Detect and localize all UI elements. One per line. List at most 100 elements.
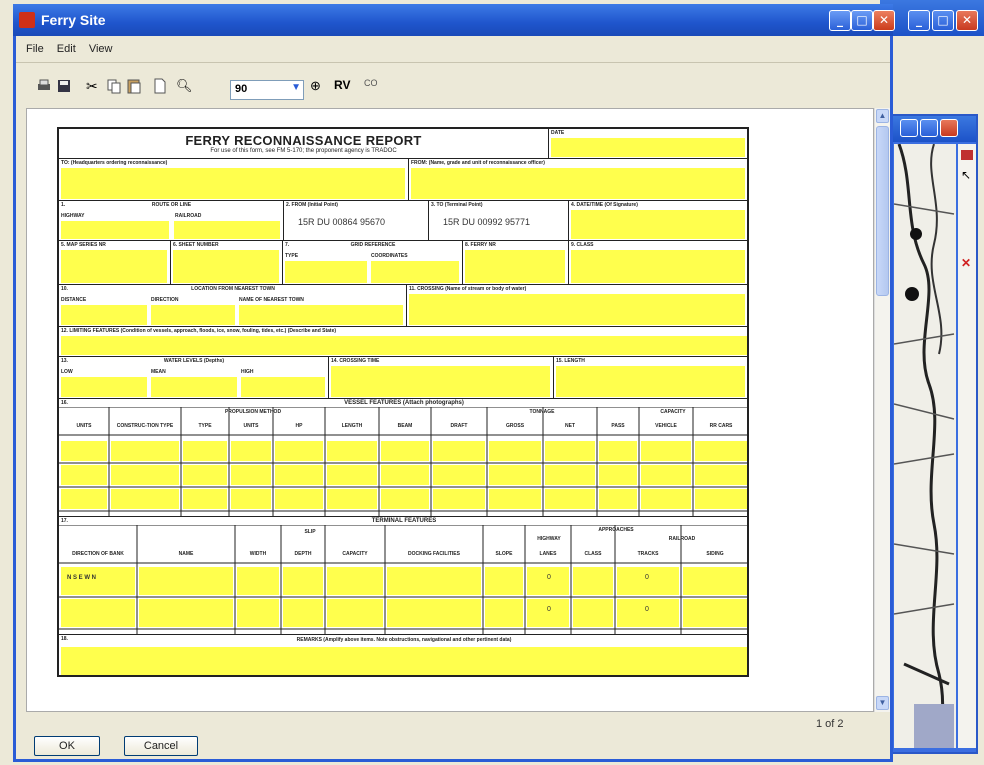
town-field[interactable] (239, 305, 403, 325)
vessel-cell[interactable] (545, 441, 595, 461)
vessel-cell[interactable] (61, 441, 107, 461)
vessel-cell[interactable] (433, 441, 485, 461)
terminal-cell[interactable] (237, 567, 279, 595)
tracks-value-2[interactable]: 0 (645, 606, 649, 613)
terminal-cell[interactable] (617, 567, 679, 595)
vessel-cell[interactable] (489, 489, 541, 509)
vessel-cell[interactable] (231, 489, 271, 509)
vessel-cell[interactable] (545, 465, 595, 485)
menu-file[interactable]: File (26, 38, 44, 60)
type-field[interactable] (285, 261, 367, 283)
ferry-nr-field[interactable] (465, 250, 565, 283)
low-field[interactable] (61, 377, 147, 397)
terminal-cell[interactable] (327, 567, 383, 595)
tracks-value-1[interactable]: 0 (645, 574, 649, 581)
vessel-cell[interactable] (641, 465, 691, 485)
direction-field[interactable] (151, 305, 235, 325)
terminal-cell[interactable] (617, 599, 679, 627)
terminal-cell[interactable] (283, 599, 323, 627)
vessel-cell[interactable] (111, 465, 179, 485)
cut-icon[interactable]: ✂ (86, 78, 102, 94)
to-field[interactable] (61, 168, 405, 199)
distance-field[interactable] (61, 305, 147, 325)
length-field[interactable] (556, 366, 745, 397)
terminal-cell[interactable] (485, 567, 523, 595)
terminal-cell[interactable] (683, 599, 747, 627)
minimize-button[interactable]: _ (829, 10, 851, 31)
sheet-field[interactable] (173, 250, 279, 283)
vessel-cell[interactable] (381, 489, 429, 509)
terminal-cell[interactable] (485, 599, 523, 627)
delete-icon[interactable]: ✕ (961, 256, 971, 270)
menu-view[interactable]: View (89, 38, 113, 60)
date-field[interactable] (551, 138, 745, 157)
vessel-cell[interactable] (327, 465, 377, 485)
vessel-cell[interactable] (599, 489, 637, 509)
print-icon[interactable] (36, 78, 52, 94)
map-canvas[interactable] (894, 144, 956, 748)
vessel-cell[interactable] (641, 441, 691, 461)
vessel-cell[interactable] (489, 465, 541, 485)
terminal-cell[interactable] (61, 599, 135, 627)
zoom-in-icon[interactable]: ⊕ (310, 78, 326, 94)
coords-field[interactable] (371, 261, 459, 283)
map-minimize-button[interactable] (900, 119, 918, 137)
vessel-cell[interactable] (275, 465, 323, 485)
vessel-cell[interactable] (695, 441, 747, 461)
copy-icon[interactable] (106, 78, 122, 94)
vessel-cell[interactable] (327, 441, 377, 461)
terminal-cell[interactable] (387, 567, 481, 595)
terminal-cell[interactable] (139, 567, 233, 595)
vessel-cell[interactable] (61, 489, 107, 509)
vessel-cell[interactable] (695, 465, 747, 485)
vessel-cell[interactable] (433, 465, 485, 485)
map-series-field[interactable] (61, 250, 167, 283)
map-maximize-button[interactable] (920, 119, 938, 137)
class-field[interactable] (571, 250, 745, 283)
vessel-cell[interactable] (599, 465, 637, 485)
vessel-cell[interactable] (381, 465, 429, 485)
vessel-cell[interactable] (545, 489, 595, 509)
terminal-cell[interactable] (283, 567, 323, 595)
crossing-field[interactable] (409, 294, 745, 325)
terminal-cell[interactable] (387, 599, 481, 627)
vessel-cell[interactable] (111, 441, 179, 461)
document-viewport[interactable]: FERRY RECONNAISSANCE REPORT For use of t… (26, 108, 874, 712)
bg-maximize-button[interactable]: □ (932, 10, 954, 31)
close-button[interactable]: ✕ (873, 10, 895, 31)
crossing-time-field[interactable] (331, 366, 550, 397)
vessel-cell[interactable] (231, 441, 271, 461)
co-button[interactable]: CO (364, 78, 384, 94)
pointer-icon[interactable]: ↖ (961, 168, 971, 182)
zoom-select[interactable]: 90 ▼ (230, 80, 304, 100)
zoom-out-icon[interactable]: 🔍︎ (176, 78, 193, 94)
palette-icon[interactable] (961, 150, 973, 160)
terminal-cell[interactable] (573, 567, 613, 595)
terminal-cell[interactable] (573, 599, 613, 627)
save-icon[interactable] (56, 78, 72, 94)
vessel-cell[interactable] (641, 489, 691, 509)
vessel-cell[interactable] (183, 441, 227, 461)
vessel-cell[interactable] (183, 489, 227, 509)
terminal-cell[interactable] (237, 599, 279, 627)
vessel-cell[interactable] (111, 489, 179, 509)
vessel-cell[interactable] (275, 489, 323, 509)
terminal-cell[interactable] (683, 567, 747, 595)
menu-edit[interactable]: Edit (57, 38, 76, 60)
bg-close-button[interactable]: ✕ (956, 10, 978, 31)
vessel-cell[interactable] (275, 441, 323, 461)
scroll-down-icon[interactable]: ▼ (876, 696, 889, 710)
bank-value[interactable]: N S E W N (67, 575, 96, 581)
remarks-field[interactable] (61, 647, 747, 675)
terminal-cell[interactable] (527, 567, 569, 595)
new-page-icon[interactable] (152, 78, 168, 94)
map-close-button[interactable] (940, 119, 958, 137)
to-point-value[interactable]: 15R DU 00992 95771 (443, 217, 530, 227)
vessel-cell[interactable] (61, 465, 107, 485)
vessel-cell[interactable] (183, 465, 227, 485)
vessel-cell[interactable] (381, 441, 429, 461)
bg-minimize-button[interactable]: _ (908, 10, 930, 31)
railroad-field[interactable] (174, 221, 280, 239)
vessel-cell[interactable] (433, 489, 485, 509)
vertical-scrollbar[interactable]: ▲ ▼ (874, 108, 890, 712)
